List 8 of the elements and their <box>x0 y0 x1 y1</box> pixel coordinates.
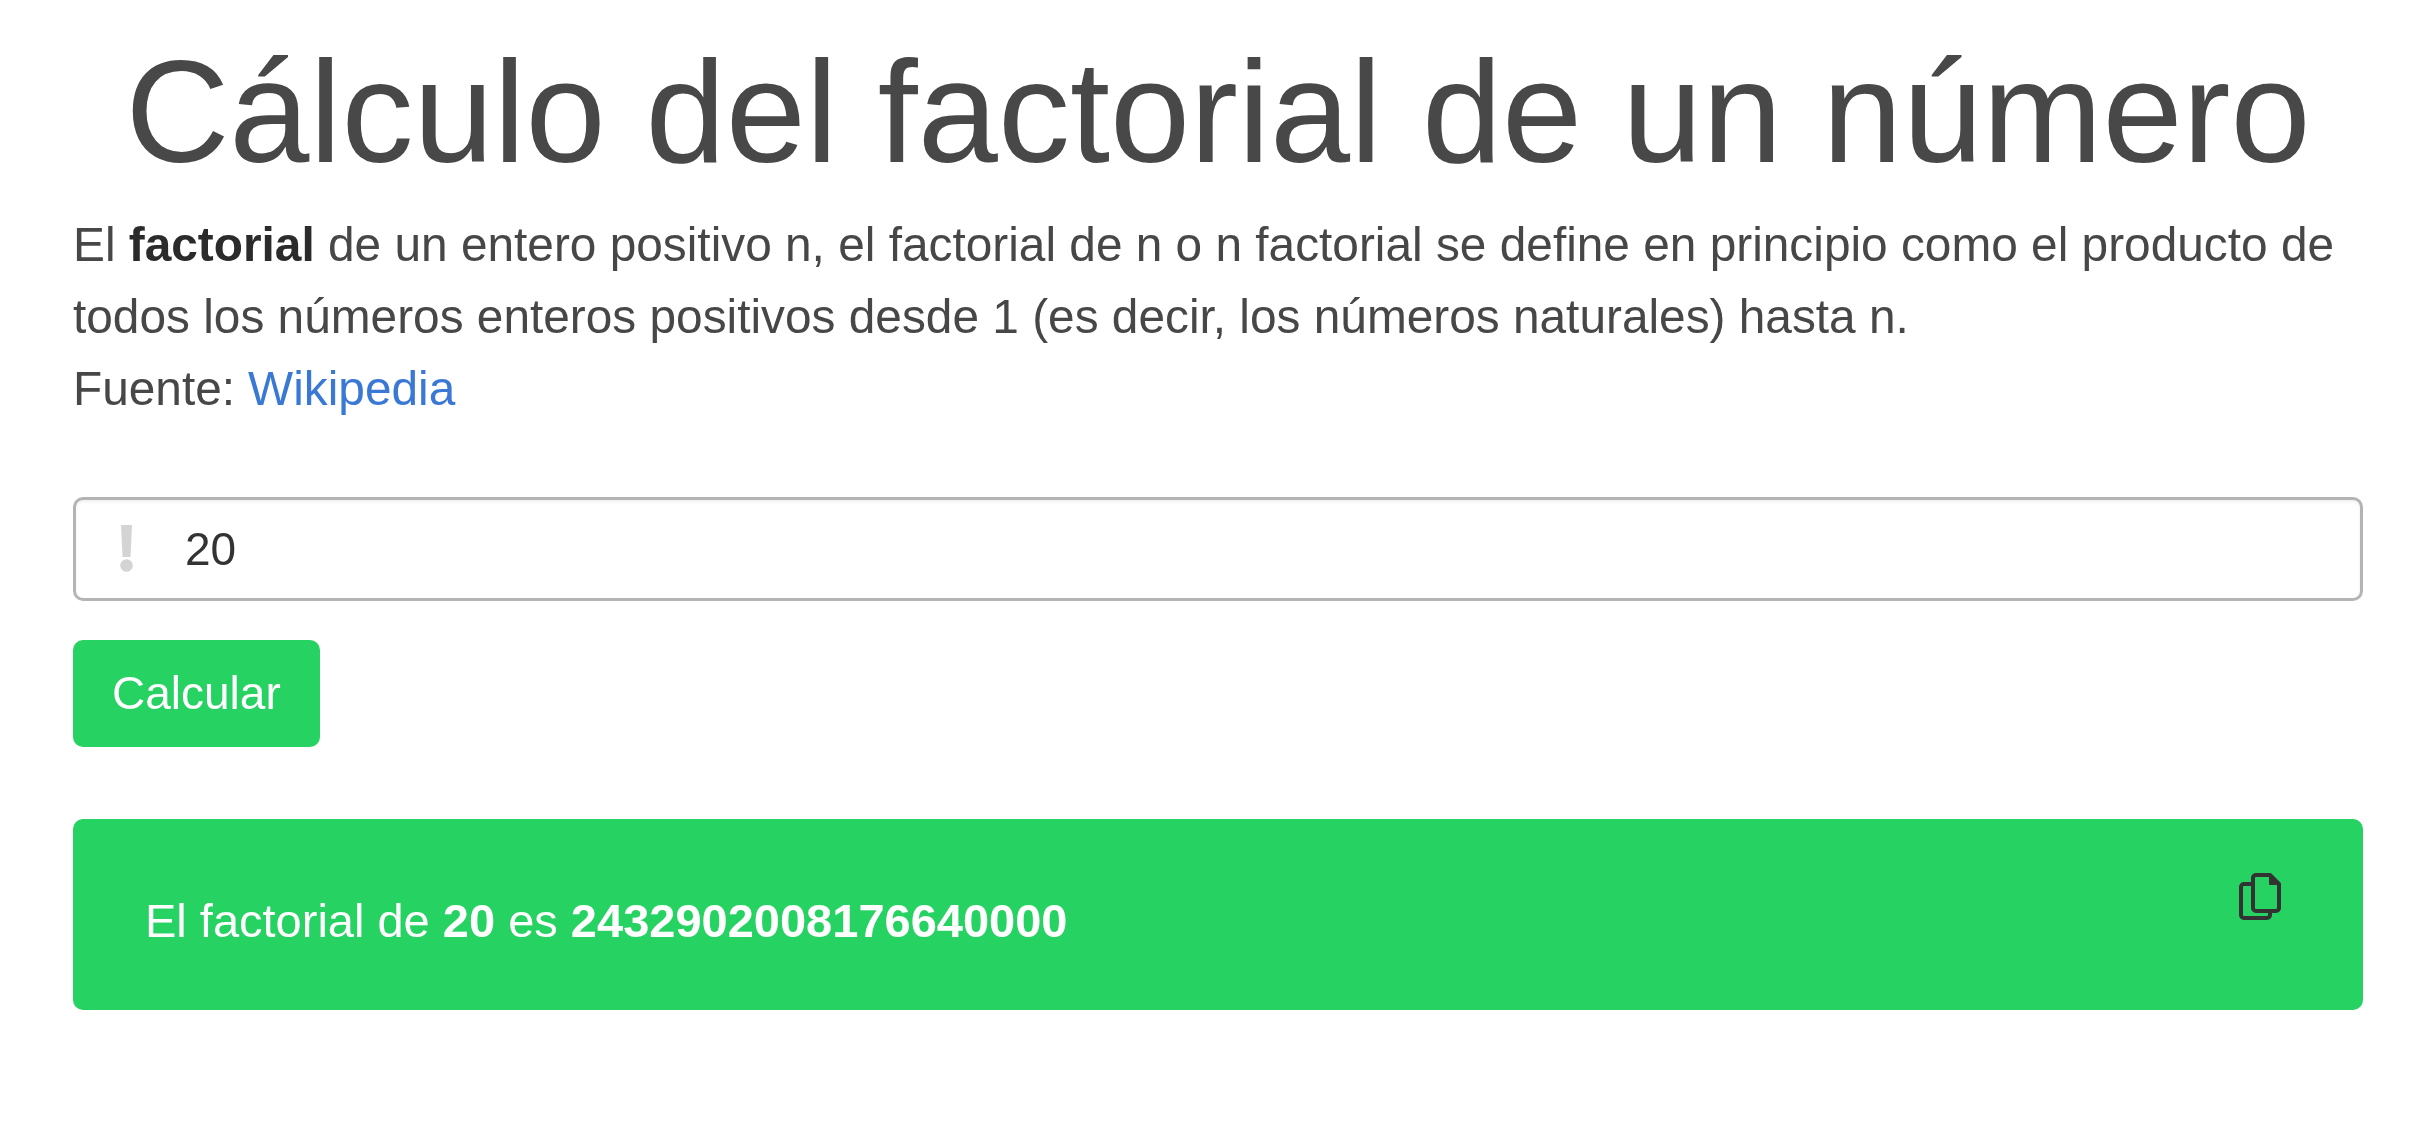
source-link[interactable]: Wikipedia <box>248 352 456 425</box>
number-input[interactable]: 20 <box>73 496 2363 601</box>
result-text: El factorial de 20 es 2432902008176640000 <box>145 893 1069 950</box>
source-label: Fuente: <box>73 360 236 417</box>
page-title: Cálculo del factorial de un número <box>124 31 2312 195</box>
description-paragraph: El factorial de un entero positivo n, el factorial de n o n factorial se define en principio como el producto de todos los números enteros positivos desde 1 (es decir, los números naturales) hasta n. <box>73 216 2336 345</box>
copy-icon[interactable] <box>2239 872 2281 920</box>
exclamation-icon <box>118 524 135 572</box>
